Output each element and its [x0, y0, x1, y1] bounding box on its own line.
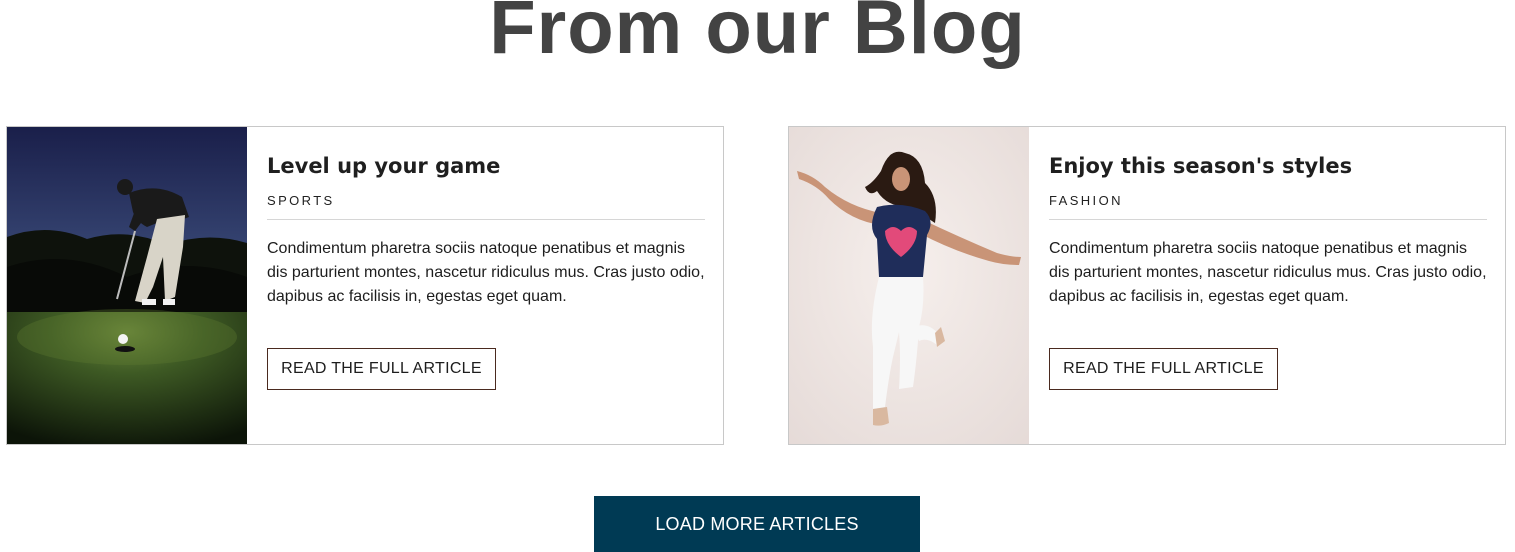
article-excerpt: Condimentum pharetra sociis natoque pena…: [267, 240, 705, 305]
article-card-fashion: Enjoy this season's styles FASHION Condi…: [788, 126, 1506, 445]
section-title: From our Blog: [489, 0, 1026, 70]
article-title[interactable]: Level up your game: [267, 149, 500, 183]
article-image-golfer[interactable]: [7, 127, 247, 444]
article-image-fashion[interactable]: [789, 127, 1029, 444]
read-full-article-button[interactable]: READ THE FULL ARTICLE: [267, 348, 496, 390]
article-card-sports: Level up your game SPORTS Condimentum ph…: [6, 126, 724, 445]
article-category: FASHION: [1049, 193, 1123, 208]
golfer-photo: [7, 127, 247, 444]
article-category: SPORTS: [267, 193, 335, 208]
load-more-articles-button[interactable]: LOAD MORE ARTICLES: [594, 496, 920, 552]
blog-section: From our Blog Level up your game SPORTS …: [0, 0, 1515, 552]
divider: [267, 219, 705, 220]
read-full-article-button[interactable]: READ THE FULL ARTICLE: [1049, 348, 1278, 390]
article-title[interactable]: Enjoy this season's styles: [1049, 149, 1352, 183]
divider: [1049, 219, 1487, 220]
article-excerpt: Condimentum pharetra sociis natoque pena…: [1049, 240, 1487, 305]
fashion-photo: [789, 127, 1029, 444]
